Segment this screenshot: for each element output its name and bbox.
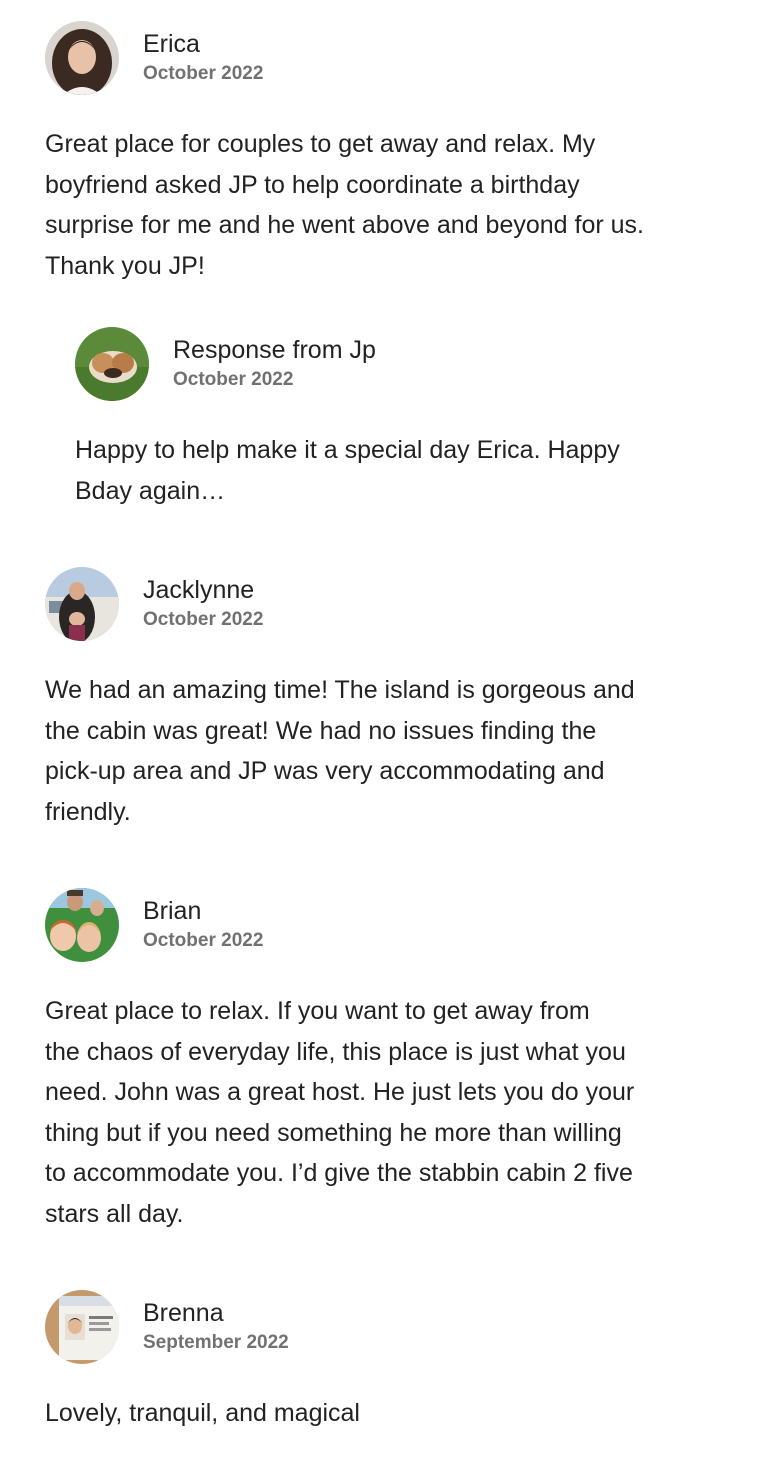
review-text: Great place for couples to get away and … (45, 130, 644, 280)
avatar-photo (45, 888, 119, 962)
avatar[interactable] (45, 21, 119, 95)
avatar-photo (45, 21, 119, 95)
avatar-photo (45, 1290, 119, 1364)
reviewer-header: Brenna September 2022 (45, 1289, 735, 1365)
review-text: We had an amazing time! The island is go… (45, 676, 635, 826)
review-date: October 2022 (143, 609, 264, 630)
review-date: October 2022 (143, 63, 264, 84)
avatar[interactable] (75, 327, 149, 401)
avatar[interactable] (45, 567, 119, 641)
avatar-photo (45, 567, 119, 641)
reviewer-header: Erica October 2022 (45, 20, 735, 96)
review-card: Brian October 2022 Great place to relax.… (45, 887, 735, 1234)
review-card: Brenna September 2022 Lovely, tranquil, … (45, 1289, 735, 1434)
review-date: September 2022 (143, 1332, 289, 1353)
review-card: Jacklynne October 2022 We had an amazing… (45, 566, 735, 832)
avatar-photo (75, 327, 149, 401)
reviewer-name: Brenna (143, 1299, 224, 1327)
reviewer-header: Brian October 2022 (45, 887, 735, 963)
reviewer-name: Erica (143, 30, 200, 58)
review-text: Lovely, tranquil, and magical (45, 1399, 360, 1427)
review-date: October 2022 (143, 930, 264, 951)
avatar[interactable] (45, 888, 119, 962)
review-card: Erica October 2022 Great place for coupl… (45, 20, 735, 286)
reviewer-name: Brian (143, 897, 202, 925)
response-title: Response from Jp (173, 336, 376, 364)
response-text: Happy to help make it a special day Eric… (75, 436, 620, 505)
response-date: October 2022 (173, 369, 294, 390)
host-response: Response from Jp October 2022 Happy to h… (75, 326, 715, 511)
responder-header: Response from Jp October 2022 (75, 326, 715, 402)
reviewer-name: Jacklynne (143, 576, 255, 604)
avatar[interactable] (45, 1290, 119, 1364)
reviewer-header: Jacklynne October 2022 (45, 566, 735, 642)
review-text: Great place to relax. If you want to get… (45, 997, 635, 1228)
